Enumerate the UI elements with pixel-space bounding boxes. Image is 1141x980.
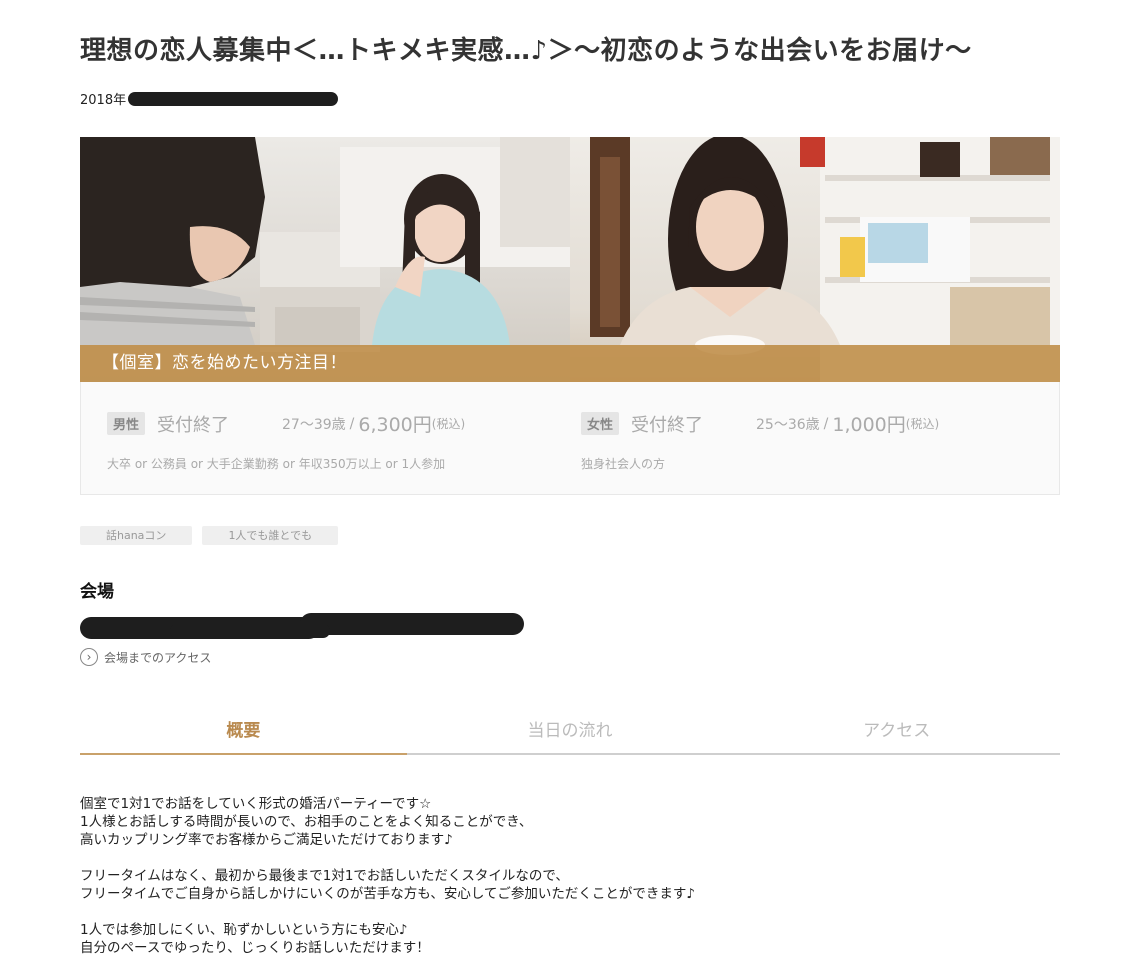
chevron-right-circle-icon: › [80, 648, 98, 666]
description-spacer [80, 849, 1060, 867]
description-line: 自分のペースでゆったり、じっくりお話しいただけます！ [80, 940, 430, 956]
tag-hanacon[interactable]: 話hanaコン [80, 526, 193, 545]
status-male: 受付終了 [157, 414, 230, 436]
condition-male: 大卒 or 公務員 or 大手企業勤務 or 年収350万以上 or 1人参加 [107, 457, 446, 471]
description-line: 個室で1対1でお話をしていく形式の婚活パーティーです☆ [80, 796, 432, 812]
description-line: フリータイムでご自身から話しかけにいくのが苦手な方も、安心してご参加いただくこと… [80, 886, 696, 902]
tab-bar: 概要 当日の流れ アクセス [80, 710, 1060, 755]
tab-access[interactable]: アクセス [733, 710, 1060, 753]
separator-female: / [823, 415, 829, 432]
description-line: 1人では参加しにくい、恥ずかしいという方にも安心♪ [80, 922, 408, 938]
tab-schedule[interactable]: 当日の流れ [407, 710, 734, 753]
event-date: 2018年 [80, 89, 339, 108]
redacted-venue-3 [170, 624, 330, 638]
venue-access-link[interactable]: › 会場までのアクセス [80, 648, 211, 666]
tag-list: 話hanaコン 1人でも誰とでも [80, 526, 339, 545]
separator-male: / [349, 415, 355, 432]
gender-badge-male: 男性 [107, 412, 146, 435]
redacted-date [128, 91, 339, 106]
tab-overview[interactable]: 概要 [80, 710, 407, 755]
price-male: 6,300円 [358, 414, 432, 436]
tag-solo[interactable]: 1人でも誰とでも [202, 526, 339, 545]
description: 個室で1対1でお話をしていく形式の婚活パーティーです☆ 1人様とお話しする時間が… [80, 795, 1060, 957]
description-line: フリータイムはなく、最初から最後まで1対1でお話しいただくスタイルなので、 [80, 868, 569, 884]
gender-badge-female: 女性 [581, 412, 620, 435]
condition-female: 独身社会人の方 [581, 457, 666, 471]
page-title: 理想の恋人募集中＜…トキメキ実感…♪＞～初恋のような出会いをお届け～ [80, 36, 972, 66]
venue-heading: 会場 [80, 582, 114, 602]
event-date-prefix: 2018年 [80, 93, 127, 108]
hero-banner: 【個室】恋を始めたい方注目！ [80, 137, 1060, 382]
redacted-venue-2 [300, 613, 524, 635]
ticket-male: 男性 受付終了 27～39歳 / 6,300円 (税込) 大卒 or 公務員 o… [107, 410, 465, 472]
tax-label-female: (税込) [905, 417, 940, 431]
ticket-info: 男性 受付終了 27～39歳 / 6,300円 (税込) 大卒 or 公務員 o… [80, 382, 1060, 495]
hero-caption: 【個室】恋を始めたい方注目！ [80, 345, 1060, 382]
price-female: 1,000円 [832, 414, 906, 436]
tax-label-male: (税込) [431, 417, 466, 431]
description-line: 高いカップリング率でお客様からご満足いただけております♪ [80, 832, 453, 848]
description-line: 1人様とお話しする時間が長いので、お相手のことをよく知ることができ、 [80, 814, 533, 830]
ticket-female: 女性 受付終了 25～36歳 / 1,000円 (税込) 独身社会人の方 [581, 410, 939, 472]
venue-access-label: 会場までのアクセス [104, 650, 212, 665]
age-range-female: 25～36歳 [756, 416, 820, 433]
status-female: 受付終了 [631, 414, 704, 436]
description-spacer [80, 903, 1060, 921]
age-range-male: 27～39歳 [282, 416, 346, 433]
